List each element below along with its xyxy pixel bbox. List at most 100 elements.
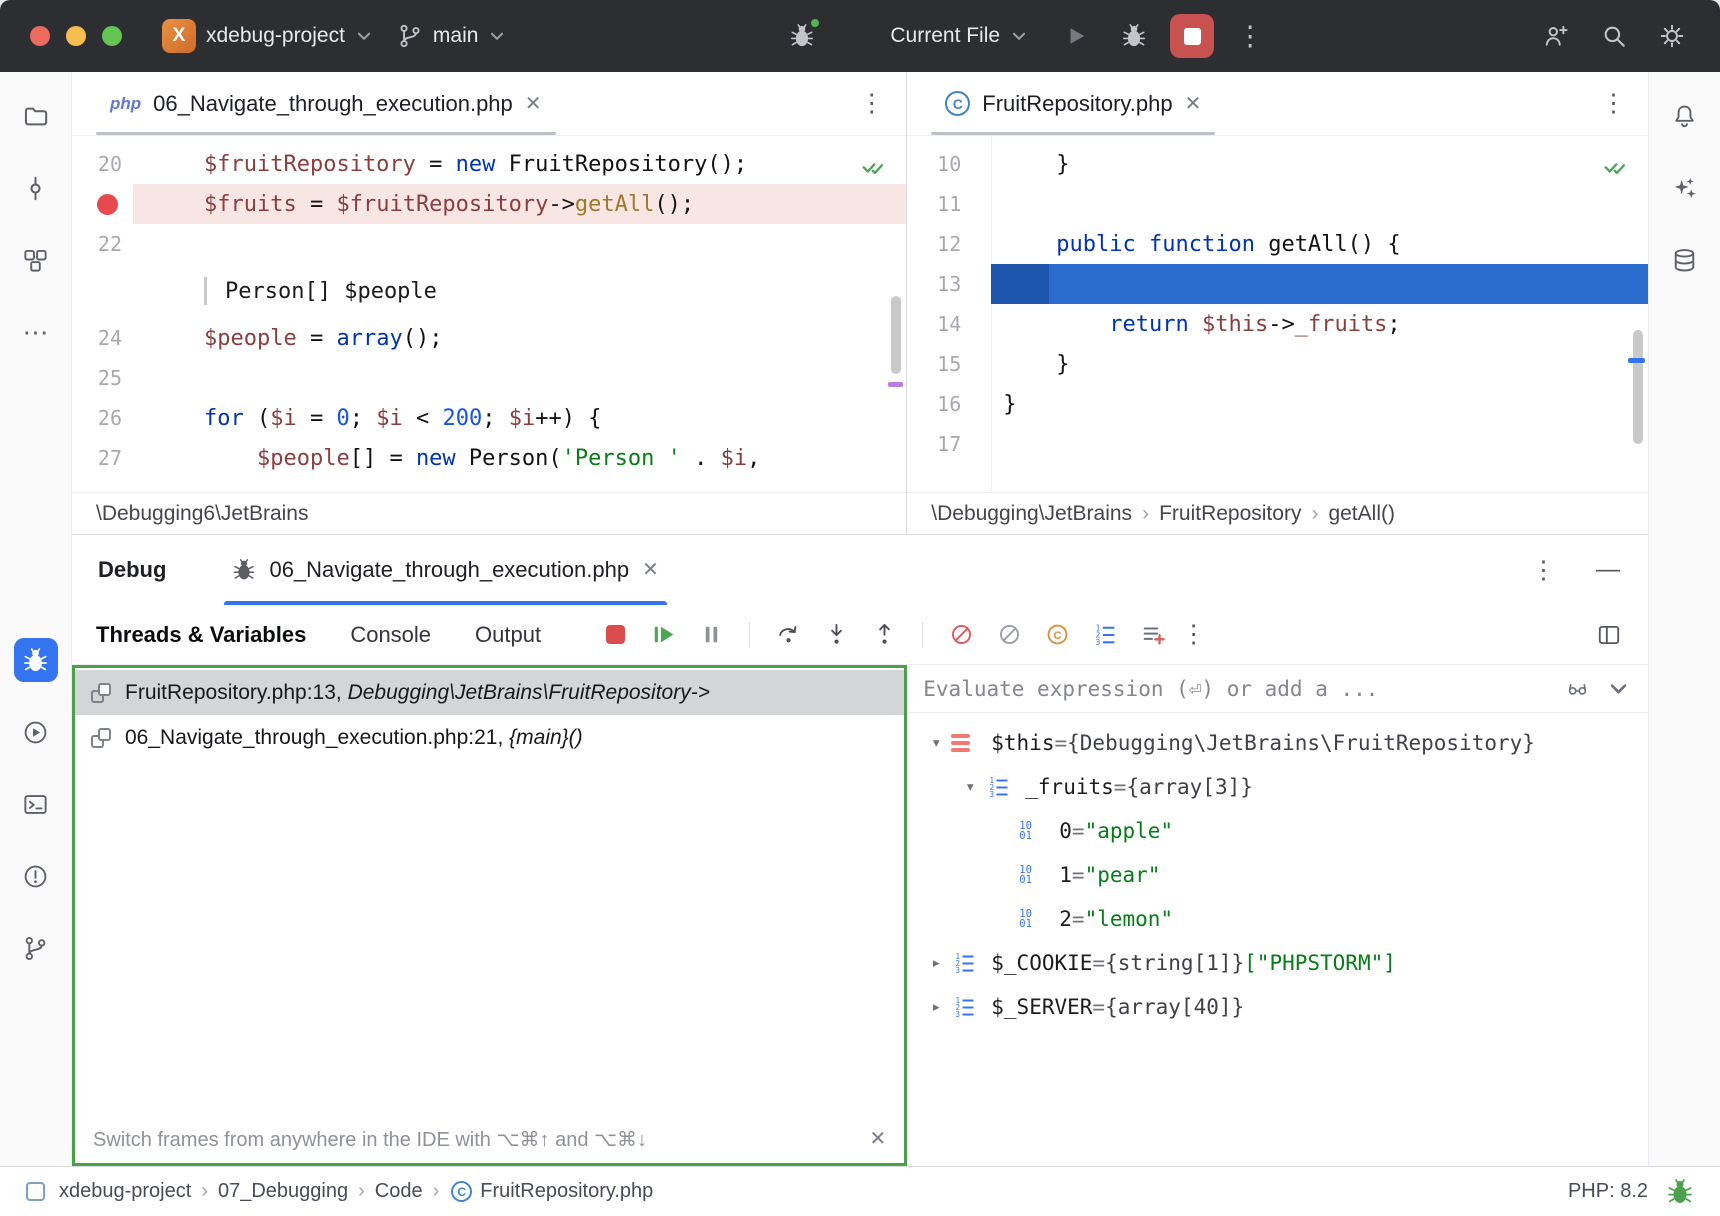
run-configuration-selector[interactable]: Current File [878,16,1040,56]
line-number[interactable]: 14 [907,312,991,336]
breakpoint-icon[interactable] [97,194,118,215]
line-number[interactable]: 20 [72,152,133,176]
code-line[interactable]: 12 public function getAll() { [907,224,1648,264]
code-line[interactable]: 15 } [907,344,1648,384]
status-crumb-file[interactable]: FruitRepository.php [480,1180,653,1203]
line-number[interactable]: 27 [72,446,133,470]
code-area-right[interactable]: 10 } 11 12 public function getAll() { 13 14 … [907,136,1648,492]
code-line[interactable]: 10 } [907,144,1648,184]
version-control-tool-button[interactable] [14,926,58,970]
status-crumb[interactable]: 07_Debugging [218,1180,348,1203]
code-line[interactable]: 25 [72,358,906,398]
breadcrumb-item[interactable]: FruitRepository [1159,502,1301,526]
close-window-button[interactable] [30,26,50,46]
frame-row[interactable]: 06_Navigate_through_execution.php:21, {m… [75,715,904,760]
zoom-window-button[interactable] [102,26,122,46]
variable-row[interactable]: 10010 = "apple" [907,809,1648,853]
evaluate-expression-input[interactable]: Evaluate expression (⏎) or add a ... [907,665,1648,713]
resume-button[interactable] [643,615,683,655]
tab-options-icon[interactable]: ⋮ [859,91,884,116]
line-number[interactable]: 11 [907,192,991,216]
step-over-button[interactable] [768,615,808,655]
branch-selector[interactable]: main [385,15,519,57]
terminal-tool-button[interactable] [14,782,58,826]
inspections-ok-icon[interactable] [858,156,890,182]
tab-06-navigate-through-execution[interactable]: php 06_Navigate_through_execution.php ✕ [96,72,556,135]
code-line[interactable]: 14 return $this->_fruits; [907,304,1648,344]
tab-console[interactable]: Console [350,622,431,648]
step-into-button[interactable] [816,615,856,655]
editor-breadcrumb-right[interactable]: \Debugging\JetBrains›FruitRepository›get… [907,492,1648,534]
code-with-me-button[interactable] [1534,14,1578,58]
code-line[interactable]: 24$people = array(); [72,318,906,358]
line-number[interactable]: 12 [907,232,991,256]
stop-session-button[interactable] [595,615,635,655]
hide-values-button[interactable] [989,615,1029,655]
close-session-icon[interactable]: ✕ [642,560,659,580]
status-crumb[interactable]: Code [375,1180,423,1203]
settings-button[interactable] [1650,14,1694,58]
line-number[interactable]: 10 [907,152,991,176]
tab-output[interactable]: Output [475,622,541,648]
tool-window-widget-icon[interactable] [26,1182,45,1201]
php-version[interactable]: PHP: 8.2 [1568,1180,1648,1203]
code-area-left[interactable]: 20$fruitRepository = new FruitRepository… [72,136,906,492]
commit-tool-button[interactable] [14,166,58,210]
line-number[interactable]: 22 [72,232,133,256]
breadcrumb-item[interactable]: \Debugging\JetBrains [931,502,1132,526]
step-out-button[interactable] [864,615,904,655]
more-tools-button[interactable]: ⋯ [14,310,58,354]
debug-button[interactable] [1112,14,1156,58]
debug-session-tab[interactable]: 06_Navigate_through_execution.php ✕ [224,535,666,605]
code-line[interactable]: 17 [907,424,1648,464]
chevron-down-icon[interactable]: ▾ [955,777,985,797]
variable-row[interactable]: ▸$_COOKIE = {string[1]} ["PHPSTORM"] [907,941,1648,985]
layout-settings-button[interactable] [1596,622,1622,648]
project-tool-button[interactable] [14,94,58,138]
line-number[interactable]: 17 [907,432,991,456]
line-number[interactable]: 26 [72,406,133,430]
close-tab-icon[interactable]: ✕ [1185,94,1202,114]
debug-options-icon[interactable]: ⋮ [1531,558,1556,583]
notifications-button[interactable] [1663,94,1707,138]
project-selector[interactable]: X xdebug-project [150,11,385,61]
status-crumb[interactable]: xdebug-project [59,1180,191,1203]
code-line[interactable]: 26for ($i = 0; $i < 200; $i++) { [72,398,906,438]
variable-row[interactable]: 10011 = "pear" [907,853,1648,897]
search-everywhere-button[interactable] [1592,14,1636,58]
tab-options-icon[interactable]: ⋮ [1601,91,1626,116]
database-tool-button[interactable] [1663,238,1707,282]
inspections-ok-icon[interactable] [1600,156,1632,182]
more-actions-button[interactable]: ⋮ [1228,14,1272,58]
line-number[interactable]: 13 [907,272,991,296]
variable-row[interactable]: 10012 = "lemon" [907,897,1648,941]
add-watch-button[interactable] [1133,615,1173,655]
editor-breadcrumb-left[interactable]: \Debugging6\JetBrains [72,492,906,534]
chevron-down-icon[interactable] [1607,677,1630,700]
debug-listener-toggle[interactable] [780,14,824,58]
code-line[interactable]: 27 $people[] = new Person('Person ' . $i… [72,438,906,478]
mute-breakpoints-button[interactable] [941,615,981,655]
code-line[interactable]: 16} [907,384,1648,424]
pause-button[interactable] [691,615,731,655]
scrollbar-thumb[interactable] [1633,330,1643,444]
stop-button[interactable] [1170,14,1214,58]
run-to-cursor-button[interactable] [1037,615,1077,655]
tab-threads-variables[interactable]: Threads & Variables [96,622,306,648]
line-number[interactable]: 24 [72,326,133,350]
xdebug-status-icon[interactable] [1666,1178,1694,1206]
run-tool-button[interactable] [14,710,58,754]
frame-row[interactable]: FruitRepository.php:13, Debugging\JetBra… [75,670,904,715]
close-tab-icon[interactable]: ✕ [525,94,542,114]
variable-row[interactable]: ▾_fruits = {array[3]} [907,765,1648,809]
more-debug-actions-icon[interactable]: ⋮ [1181,622,1206,647]
variable-row[interactable]: ▸$_SERVER = {array[40]} [907,985,1648,1029]
minimize-window-button[interactable] [66,26,86,46]
line-number[interactable]: 25 [72,366,133,390]
breadcrumb-item[interactable]: \Debugging6\JetBrains [96,502,308,526]
code-line[interactable]: 11 [907,184,1648,224]
structure-tool-button[interactable] [14,238,58,282]
dismiss-hint-icon[interactable]: ✕ [870,1129,887,1149]
run-button[interactable] [1054,14,1098,58]
ai-assistant-button[interactable] [1663,166,1707,210]
